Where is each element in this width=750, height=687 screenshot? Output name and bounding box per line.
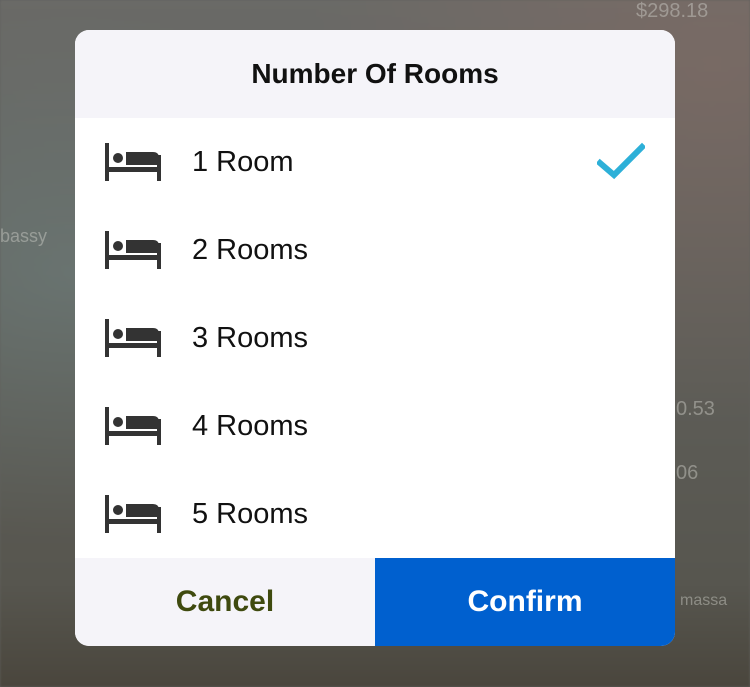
background-label-text: massa [680, 592, 728, 609]
dialog-actions: Cancel Confirm [75, 558, 675, 646]
room-option-5[interactable]: 5 Rooms [75, 470, 675, 558]
room-option-label: 5 Rooms [192, 497, 309, 530]
dialog-title: Number Of Rooms [251, 58, 499, 89]
bed-icon [105, 143, 161, 181]
background-price-text: 0.53 [676, 398, 715, 420]
room-options-list: 1 Room 2 Rooms 3 Rooms 4 Rooms 5 Rooms [75, 118, 675, 558]
room-option-label: 2 Rooms [192, 233, 309, 266]
bed-icon [105, 407, 161, 445]
background-price-text: 06 [676, 462, 699, 484]
room-option-label: 1 Room [192, 145, 294, 178]
dialog-header: Number Of Rooms [75, 30, 675, 118]
room-option-label: 3 Rooms [192, 321, 309, 354]
bed-icon [105, 319, 161, 357]
room-option-4[interactable]: 4 Rooms [75, 382, 675, 470]
cancel-button[interactable]: Cancel [75, 558, 375, 646]
bed-icon [105, 495, 161, 533]
room-option-2[interactable]: 2 Rooms [75, 206, 675, 294]
number-of-rooms-dialog: Number Of Rooms 1 Room 2 Rooms 3 Rooms 4… [75, 30, 675, 646]
background-price-text: $298.18 [636, 0, 709, 22]
bed-icon [105, 231, 161, 269]
checkmark-icon [597, 142, 645, 182]
room-option-3[interactable]: 3 Rooms [75, 294, 675, 382]
room-option-label: 4 Rooms [192, 409, 309, 442]
confirm-button[interactable]: Confirm [375, 558, 675, 646]
room-option-1[interactable]: 1 Room [75, 118, 675, 206]
background-hotel-text: bassy [0, 226, 48, 246]
